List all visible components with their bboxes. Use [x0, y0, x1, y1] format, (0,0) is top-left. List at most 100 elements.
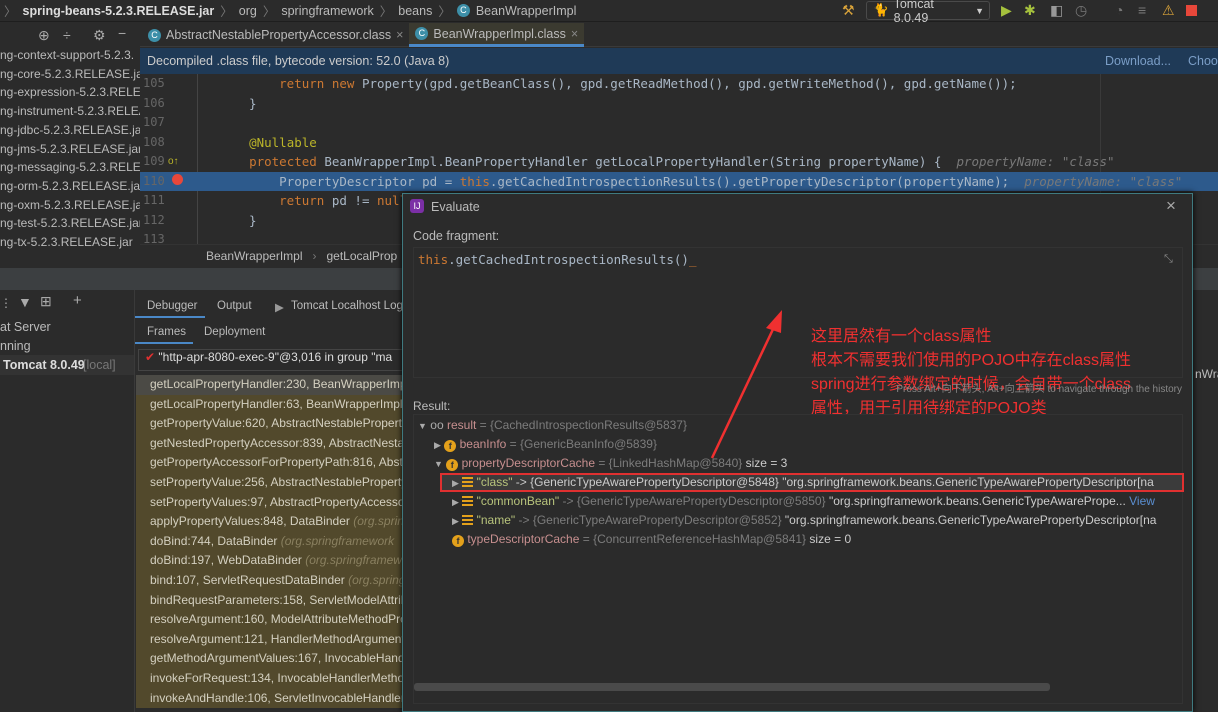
stack-frame[interactable]: getLocalPropertyHandler:230, BeanWrapper…: [136, 375, 404, 395]
code-line[interactable]: 107: [140, 113, 1218, 133]
stack-frame[interactable]: getPropertyValue:620, AbstractNestablePr…: [136, 414, 404, 434]
map-entry[interactable]: ▶ "commonBean" -> {GenericTypeAwarePrope…: [414, 492, 1182, 511]
stop-icon[interactable]: [1186, 5, 1197, 16]
stack-frame[interactable]: getNestedPropertyAccessor:839, AbstractN…: [136, 433, 404, 454]
breakpoint-icon[interactable]: [172, 174, 183, 185]
tree-node-result[interactable]: ▼ oo result = {CachedIntrospectionResult…: [418, 416, 687, 435]
stack-frame[interactable]: doBind:744, DataBinder (org.springframew…: [136, 531, 404, 552]
class-icon: C: [415, 27, 429, 40]
stack-frame[interactable]: bindRequestParameters:158, ServletModelA…: [136, 590, 404, 611]
code-line[interactable]: 110 PropertyDescriptor pd = this.getCach…: [140, 171, 1218, 191]
project-item[interactable]: ng-context-support-5.2.3.: [0, 48, 134, 62]
code-line[interactable]: 108 @Nullable: [140, 133, 1218, 153]
field-icon: f: [452, 535, 464, 547]
new-group-icon[interactable]: ⊞: [40, 293, 52, 310]
map-entry-icon: [462, 515, 474, 525]
choose-link[interactable]: Choo: [1188, 54, 1218, 68]
tree-node-beaninfo[interactable]: ▶ f beanInfo = {GenericBeanInfo@5839}: [434, 435, 657, 454]
breadcrumb-springframework[interactable]: springframework: [281, 4, 373, 18]
profile-icon[interactable]: ◷: [1075, 2, 1087, 19]
breadcrumb-beans[interactable]: beans: [398, 4, 432, 18]
expand-icon[interactable]: ⋮: [0, 296, 12, 310]
stack-frame[interactable]: doBind:197, WebDataBinder (org.springfra…: [136, 551, 404, 571]
tab-debugger[interactable]: Debugger: [147, 300, 198, 312]
filter-icon[interactable]: ▼: [18, 294, 32, 310]
stack-frame[interactable]: applyPropertyValues:848, DataBinder (org…: [136, 512, 404, 532]
close-icon[interactable]: ×: [571, 27, 578, 41]
breadcrumb-jar[interactable]: spring-beans-5.2.3.RELEASE.jar: [23, 4, 215, 18]
stack-frame[interactable]: resolveArgument:160, ModelAttributeMetho…: [136, 610, 404, 630]
dialog-title: Evaluate: [431, 200, 480, 214]
tab-tomcat-log[interactable]: Tomcat Localhost Log: [291, 300, 403, 312]
run-config-dropdown[interactable]: 🐈 Tomcat 8.0.49 ▼: [866, 0, 990, 25]
tab-frames[interactable]: Frames: [147, 326, 186, 338]
service-server[interactable]: at Server: [0, 320, 51, 334]
attach-icon[interactable]: ⚠: [1162, 2, 1175, 19]
project-item[interactable]: ng-test-5.2.3.RELEASE.jar: [0, 216, 143, 230]
stack-frame[interactable]: setPropertyValue:256, AbstractNestablePr…: [136, 473, 404, 493]
project-item[interactable]: ng-oxm-5.2.3.RELEASE.ja: [0, 198, 142, 212]
thread-selector[interactable]: ✔ "http-apr-8080-exec-9"@3,016 in group …: [138, 349, 405, 371]
map-entry[interactable]: ▶ "class" -> {GenericTypeAwarePropertyDe…: [440, 473, 1184, 492]
breadcrumb-class[interactable]: BeanWrapperImpl: [476, 4, 577, 18]
crumb-method[interactable]: getLocalProp: [327, 249, 398, 263]
class-icon: C: [148, 28, 161, 42]
collapse-icon[interactable]: ⤡: [1164, 253, 1173, 266]
code-line[interactable]: 105 return new Property(gpd.getBeanClass…: [140, 74, 1218, 94]
debug-icon[interactable]: ✱: [1024, 2, 1036, 19]
tab-deployment[interactable]: Deployment: [204, 326, 265, 338]
coverage-icon[interactable]: ◧: [1050, 2, 1063, 19]
project-item[interactable]: ng-expression-5.2.3.RELEA: [0, 85, 149, 99]
crumb-class[interactable]: BeanWrapperImpl: [206, 249, 303, 263]
tab-abstract-nestable[interactable]: C AbstractNestablePropertyAccessor.class ×: [140, 23, 409, 47]
thread-label: "http-apr-8080-exec-9"@3,016 in group "m…: [158, 350, 393, 364]
stack-frame[interactable]: invokeAndHandle:106, ServletInvocableHan…: [136, 688, 404, 709]
override-icon[interactable]: o↑: [168, 156, 179, 167]
build-hammer-icon[interactable]: ⚒: [842, 2, 855, 19]
run-icon[interactable]: ▶: [1001, 2, 1012, 19]
code-line[interactable]: 109 protected BeanWrapperImpl.BeanProper…: [140, 152, 1218, 172]
stack-frame[interactable]: invokeForRequest:134, InvocableHandlerMe…: [136, 669, 404, 689]
project-item[interactable]: ng-orm-5.2.3.RELEASE.jar: [0, 179, 144, 193]
map-entry[interactable]: ▶ "name" -> {GenericTypeAwarePropertyDes…: [414, 511, 1182, 530]
close-icon[interactable]: ×: [396, 28, 403, 42]
stack-frame[interactable]: getMethodArgumentValues:167, InvocableHa…: [136, 649, 404, 669]
project-item[interactable]: ng-messaging-5.2.3.RELEA: [0, 160, 149, 174]
history-icon[interactable]: ◔: [1115, 2, 1123, 18]
line-number: 113: [143, 232, 165, 244]
code-this: this: [418, 252, 449, 267]
tab-bean-wrapper-impl[interactable]: C BeanWrapperImpl.class ×: [409, 23, 585, 47]
project-item[interactable]: ng-core-5.2.3.RELEASE.jar: [0, 67, 147, 81]
stack-frame[interactable]: setPropertyValues:97, AbstractPropertyAc…: [136, 492, 404, 513]
project-item[interactable]: ng-jms-5.2.3.RELEASE.jar: [0, 142, 142, 156]
code-fragment-input[interactable]: this.getCachedIntrospectionResults()_ ⤡ …: [413, 247, 1183, 417]
stack-frame[interactable]: getPropertyAccessorForPropertyPath:816, …: [136, 453, 404, 473]
service-tomcat[interactable]: Tomcat 8.0.49 [local]: [0, 355, 134, 375]
code-line[interactable]: 106 }: [140, 94, 1218, 114]
stack-frame[interactable]: getLocalPropertyHandler:63, BeanWrapperI…: [136, 394, 404, 415]
tree-node-type-descriptor-cache[interactable]: f typeDescriptorCache = {ConcurrentRefer…: [452, 530, 851, 549]
project-item[interactable]: ng-tx-5.2.3.RELEASE.jar: [0, 235, 133, 249]
stack-frame[interactable]: bind:107, ServletRequestDataBinder (org.…: [136, 571, 404, 591]
add-icon[interactable]: +: [73, 292, 82, 309]
gear-icon[interactable]: ⚙: [93, 27, 106, 44]
tab-output[interactable]: Output: [217, 300, 252, 312]
map-entry-icon: [462, 477, 474, 487]
project-item[interactable]: ng-instrument-5.2.3.RELEA: [0, 104, 147, 118]
minimize-icon[interactable]: −: [118, 25, 126, 41]
breadcrumb-org[interactable]: org: [239, 4, 257, 18]
download-link[interactable]: Download...: [1105, 54, 1171, 68]
tree-node-property-descriptor-cache[interactable]: ▼ f propertyDescriptorCache = {LinkedHas…: [434, 454, 787, 473]
close-icon[interactable]: ×: [1166, 196, 1176, 216]
code-rest: .getCachedIntrospectionResults(): [448, 252, 689, 267]
locate-icon[interactable]: ⊕: [38, 27, 50, 44]
service-running[interactable]: nning: [0, 339, 31, 353]
horizontal-scrollbar[interactable]: [414, 683, 1050, 691]
stack-frame[interactable]: resolveArgument:121, HandlerMethodArgume…: [136, 629, 404, 650]
project-item[interactable]: ng-jdbc-5.2.3.RELEASE.jar: [0, 123, 145, 137]
result-tree[interactable]: ▼ oo result = {CachedIntrospectionResult…: [413, 414, 1184, 704]
tasks-icon[interactable]: ≡: [1138, 2, 1146, 18]
collapse-icon[interactable]: ÷: [63, 27, 71, 43]
annotation-line: 根本不需要我们使用的POJO中存在class属性: [811, 352, 1132, 369]
view-link[interactable]: View: [1126, 494, 1155, 508]
